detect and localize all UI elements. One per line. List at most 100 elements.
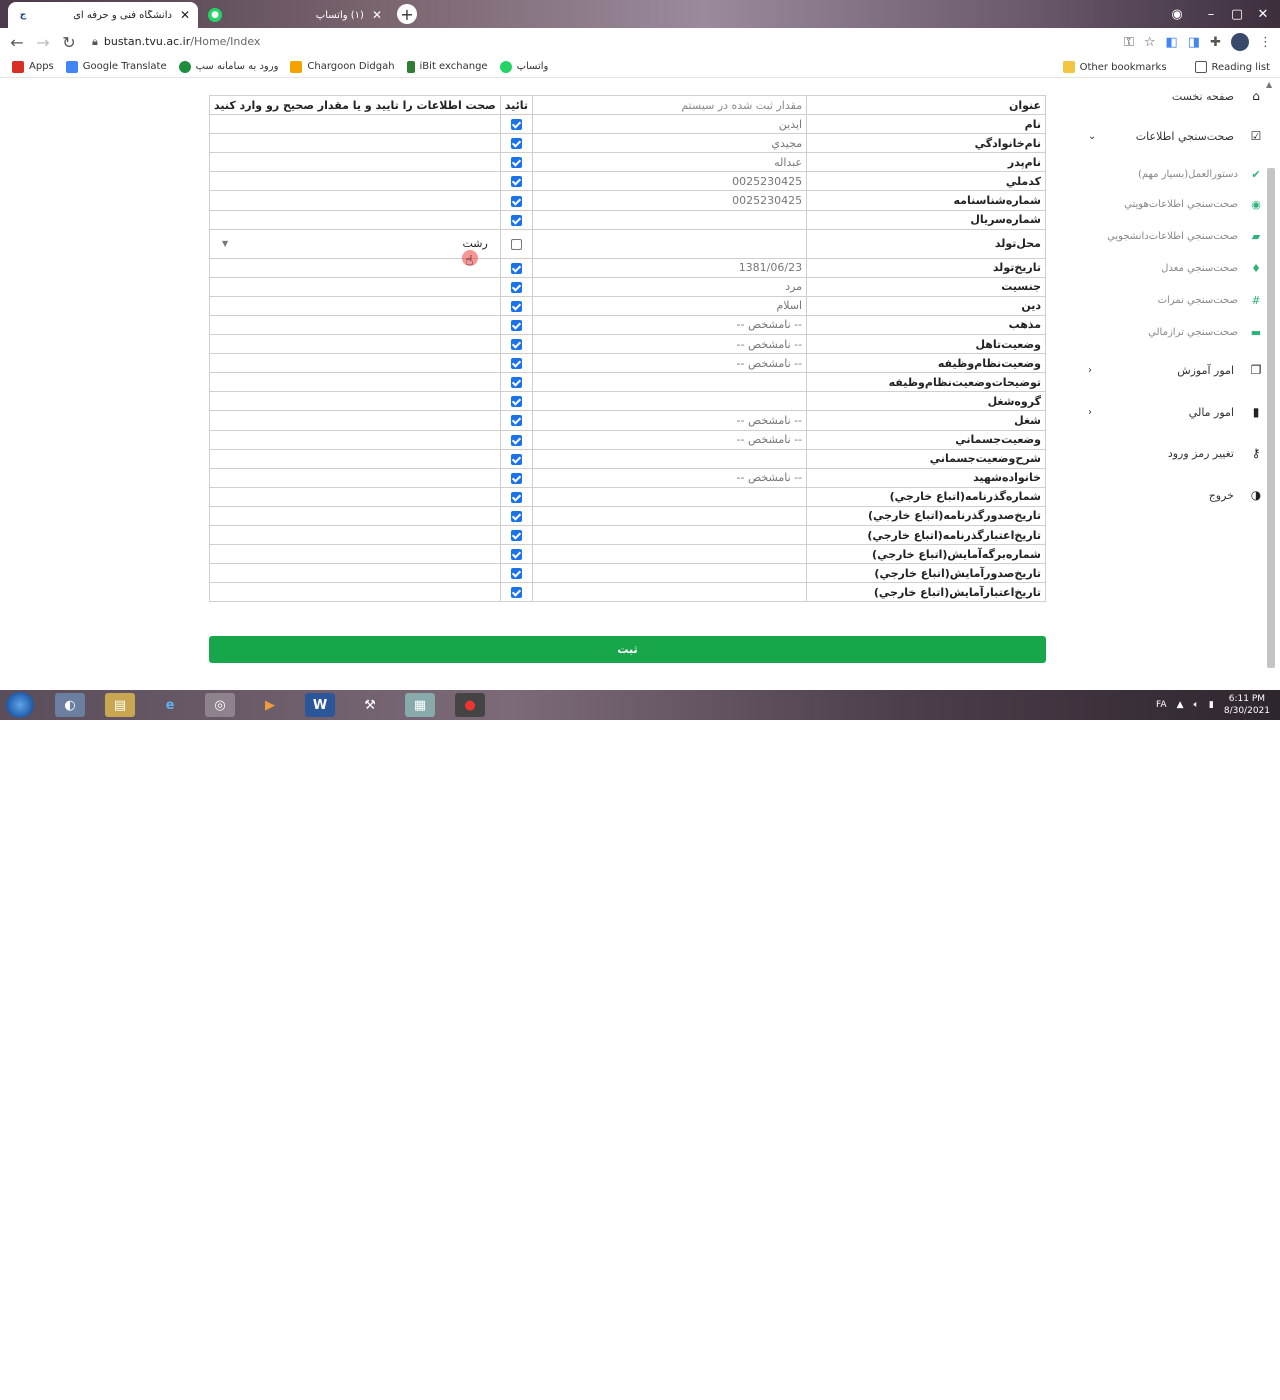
confirm-checkbox[interactable]	[510, 587, 522, 599]
home-icon: ⌂	[1252, 89, 1260, 103]
scrollbar[interactable]	[1267, 168, 1275, 668]
confirm-checkbox[interactable]	[510, 415, 522, 427]
reload-icon[interactable]: ↻	[56, 33, 82, 52]
chrome-taskbar-icon[interactable]: ◎	[205, 693, 235, 717]
confirm-checkbox[interactable]	[510, 281, 522, 293]
tab-university[interactable]: ج دانشگاه فنی و حرفه ای ✕	[8, 2, 198, 28]
confirm-checkbox[interactable]	[510, 339, 522, 351]
bookmark-sep[interactable]: ورود به سامانه سپ	[178, 60, 279, 73]
correction-cell	[209, 544, 501, 565]
confirm-checkbox[interactable]	[510, 453, 522, 465]
bookmark-ibit[interactable]: iBit exchange	[406, 60, 488, 73]
other-bookmarks[interactable]: Other bookmarks	[1062, 61, 1167, 73]
confirm-checkbox[interactable]	[510, 434, 522, 446]
confirm-checkbox[interactable]	[510, 214, 522, 226]
confirm-checkbox[interactable]	[510, 238, 522, 250]
sidebar-item-0[interactable]: ⌂ صفحه نخست	[1080, 86, 1266, 106]
translate-page-icon[interactable]: ◨	[1188, 35, 1200, 50]
close-tab-icon[interactable]: ✕	[180, 8, 190, 22]
bookmark-label: iBit exchange	[419, 61, 488, 72]
tool-taskbar-icon[interactable]: ⚒	[355, 693, 385, 717]
close-window-icon[interactable]: ✕	[1246, 0, 1280, 28]
sidebar-item-1[interactable]: ☑ صحت‌سنجي اطلاعات ⌄	[1080, 126, 1266, 146]
field-label: نام‌خانوادگي	[806, 133, 1046, 154]
confirm-checkbox[interactable]	[510, 157, 522, 169]
reading-list-label: Reading list	[1211, 61, 1270, 73]
back-icon[interactable]: ←	[4, 33, 30, 52]
confirm-checkbox[interactable]	[510, 262, 522, 274]
confirm-checkbox[interactable]	[510, 195, 522, 207]
confirm-checkbox[interactable]	[510, 300, 522, 312]
show-hidden-icons-icon[interactable]: ▲	[1177, 700, 1184, 710]
forward-icon[interactable]: →	[30, 33, 56, 52]
tab-title: (۱) واتساپ	[315, 9, 364, 21]
sidebar-item-3[interactable]: ◉ صحت‌سنجي اطلاعات‌هويتي	[1080, 194, 1266, 214]
sidebar-item-8[interactable]: ❐ امور آموزش ‹	[1080, 360, 1266, 380]
explorer-taskbar-icon[interactable]: ▤	[105, 693, 135, 717]
profile-menu-icon[interactable]: ◉	[1160, 0, 1194, 28]
confirm-checkbox[interactable]	[510, 568, 522, 580]
confirm-checkbox[interactable]	[510, 319, 522, 331]
confirm-checkbox[interactable]	[510, 510, 522, 522]
confirm-checkbox[interactable]	[510, 549, 522, 561]
bookmark-apps[interactable]: Apps	[12, 60, 54, 73]
sidebar-item-11[interactable]: ◑ خروج	[1080, 485, 1266, 505]
table-row: محل‌تولد رشت ▼	[209, 228, 1046, 259]
confirm-checkbox[interactable]	[510, 396, 522, 408]
submit-button[interactable]: ثبت	[209, 636, 1046, 663]
key-icon[interactable]: ⚿	[1124, 35, 1134, 50]
correction-cell	[209, 486, 501, 507]
word-taskbar-icon[interactable]: W	[305, 693, 335, 717]
language-indicator[interactable]: FA	[1156, 700, 1167, 710]
menu-icon[interactable]: ⋮	[1259, 35, 1272, 50]
address-bar[interactable]: 🔒︎ bustan.tvu.ac.ir/Home/Index	[92, 35, 260, 49]
sidebar-item-4[interactable]: ▰ صحت‌سنجي اطلاعات‌دانشجويي	[1080, 226, 1266, 246]
system-value	[532, 486, 808, 507]
network-icon[interactable]: ▮	[1209, 700, 1214, 710]
ie-taskbar-icon[interactable]: e	[155, 693, 185, 717]
confirm-cell	[499, 544, 534, 565]
scroll-up-icon[interactable]: ▲	[1266, 80, 1272, 89]
bookmark-chargoon[interactable]: Chargoon Didgah	[290, 60, 395, 73]
confirm-checkbox[interactable]	[510, 138, 522, 150]
sidebar-item-2[interactable]: ✔ دستورالعمل(بسیار مهم)	[1080, 164, 1266, 184]
confirm-checkbox[interactable]	[510, 176, 522, 188]
extensions-icon[interactable]: ✚	[1210, 35, 1221, 50]
sidebar-item-9[interactable]: ▮ امور مالي ‹	[1080, 402, 1266, 422]
star-icon[interactable]: ☆	[1144, 35, 1156, 50]
confirm-checkbox[interactable]	[510, 377, 522, 389]
confirm-checkbox[interactable]	[510, 491, 522, 503]
calculator-taskbar-icon[interactable]: ▦	[405, 693, 435, 717]
start-button[interactable]	[6, 692, 34, 718]
reading-list[interactable]: Reading list	[1194, 61, 1270, 73]
clock[interactable]: 6:11 PM 8/30/2021	[1224, 693, 1270, 717]
sidebar-item-5[interactable]: ♦ صحت‌سنجي معدل	[1080, 258, 1266, 278]
bookmark-label: ورود به سامانه سپ	[195, 61, 279, 72]
whatsapp-icon	[499, 60, 512, 73]
avatar[interactable]	[1231, 33, 1249, 51]
sidebar-item-10[interactable]: ⚷ تغيير رمز ورود	[1080, 443, 1266, 463]
confirm-checkbox[interactable]	[510, 530, 522, 542]
sidebar-item-6[interactable]: # صحت‌سنجي نمرات	[1080, 290, 1266, 310]
correction-cell	[209, 410, 501, 431]
field-label: تاريخ‌صدورگذرنامه(اتباع خارجي)	[806, 505, 1046, 526]
bookmark-whatsapp[interactable]: واتساپ	[499, 60, 548, 73]
confirm-checkbox[interactable]	[510, 358, 522, 370]
media-player-taskbar-icon[interactable]: ▶	[255, 693, 285, 717]
confirm-checkbox[interactable]	[510, 472, 522, 484]
close-tab-icon[interactable]: ✕	[372, 8, 382, 22]
bookmark-google-translate[interactable]: Google Translate	[65, 60, 167, 73]
recorder-taskbar-icon[interactable]: ●	[455, 693, 485, 717]
correction-cell	[209, 505, 501, 526]
new-tab-button[interactable]: +	[397, 4, 417, 24]
system-value: -- نامشخص --	[532, 334, 808, 355]
volume-icon[interactable]: 🔈︎	[1193, 700, 1198, 710]
table-row: تاريخ‌اعتبارگذرنامه(اتباع خارجي)	[209, 524, 1046, 546]
confirm-checkbox[interactable]	[510, 119, 522, 131]
birthplace-select[interactable]: رشت ▼	[214, 237, 496, 250]
tab-whatsapp[interactable]: ● (۱) واتساپ ✕	[200, 2, 390, 28]
translate-extension-icon[interactable]: ◧	[1166, 35, 1178, 50]
sidebar-item-7[interactable]: ▬ صحت‌سنجي ترازمالي	[1080, 322, 1266, 342]
firefox-taskbar-icon[interactable]: ◐	[55, 693, 85, 717]
toolbar-actions: ⚿ ☆ ◧ ◨ ✚ ⋮	[1124, 28, 1272, 56]
